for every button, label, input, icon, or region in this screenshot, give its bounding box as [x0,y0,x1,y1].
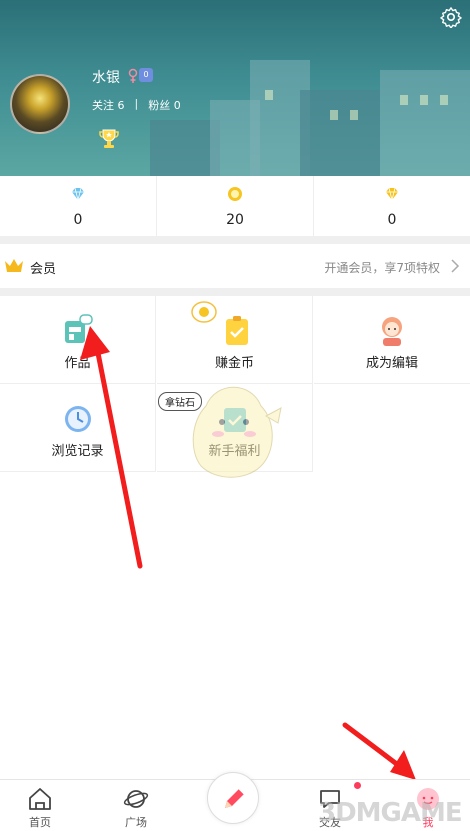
gem-balance[interactable]: 0 [313,176,470,236]
diamond-balance[interactable]: 0 [0,176,156,236]
home-icon [29,788,51,810]
coin-bubble-icon [191,301,217,323]
tab-home[interactable]: 首页 [0,780,80,831]
editor-icon [382,317,402,346]
vip-promo-text: 开通会员，享7项特权 [324,261,440,275]
watermark: 3DMGAME [318,798,463,828]
section-divider [0,236,470,244]
vip-membership-row[interactable]: 会员 开通会员，享7项特权 [0,244,470,288]
coin-balance[interactable]: 20 [156,176,313,236]
coin-icon [228,187,242,201]
grid-label-earn-coins: 赚金币 [214,356,254,371]
diamond-value: 0 [73,212,83,228]
grid-label-become-editor: 成为编辑 [365,356,418,371]
notification-dot [354,782,361,789]
level-badge: 0 [139,68,153,82]
trophy-icon[interactable] [97,127,121,151]
gender-female-icon [128,68,138,83]
gem-value: 0 [387,212,397,228]
grid-item-works[interactable]: 作品 [0,296,156,384]
gold-gem-icon [386,187,398,201]
diamond-icon [72,187,84,201]
write-button[interactable] [207,772,259,824]
pencil-icon [225,788,245,808]
user-avatar[interactable] [10,74,70,134]
tab-plaza[interactable]: 广场 [96,780,176,831]
chevron-right-icon [451,259,460,273]
grid-item-become-editor[interactable]: 成为编辑 [314,296,470,384]
settings-gear-icon[interactable] [440,6,462,28]
grid-item-history[interactable]: 浏览记录 [0,384,156,472]
grid-label-works: 作品 [64,356,91,371]
username: 水银 [92,70,120,86]
tab-home-label: 首页 [29,816,51,829]
works-icon [64,314,93,343]
currency-row: 0 20 0 [0,176,470,236]
fans-count[interactable]: 粉丝 0 [148,97,181,113]
tab-plaza-label: 广场 [125,816,147,829]
history-clock-icon [64,406,91,432]
planet-icon [123,790,149,808]
coin-value: 20 [226,212,244,228]
crown-icon [5,259,23,272]
stats-separator: | [134,97,139,110]
vip-label: 会员 [30,262,57,277]
profile-banner: 水银 0 关注 6 | 粉丝 0 [0,0,470,176]
follow-count[interactable]: 关注 6 [92,97,125,113]
get-diamonds-bubble[interactable]: 拿钻石 [158,392,202,411]
follow-stats: 关注 6 | 粉丝 0 [92,97,181,113]
section-divider [0,288,470,296]
earn-coins-icon [225,316,248,345]
profile-page: 水银 0 关注 6 | 粉丝 0 0 20 0 会员 开通会员，享7项特权 作品… [0,0,470,831]
grid-label-history: 浏览记录 [51,444,104,459]
grid-item-earn-coins[interactable]: 赚金币 [157,296,313,384]
